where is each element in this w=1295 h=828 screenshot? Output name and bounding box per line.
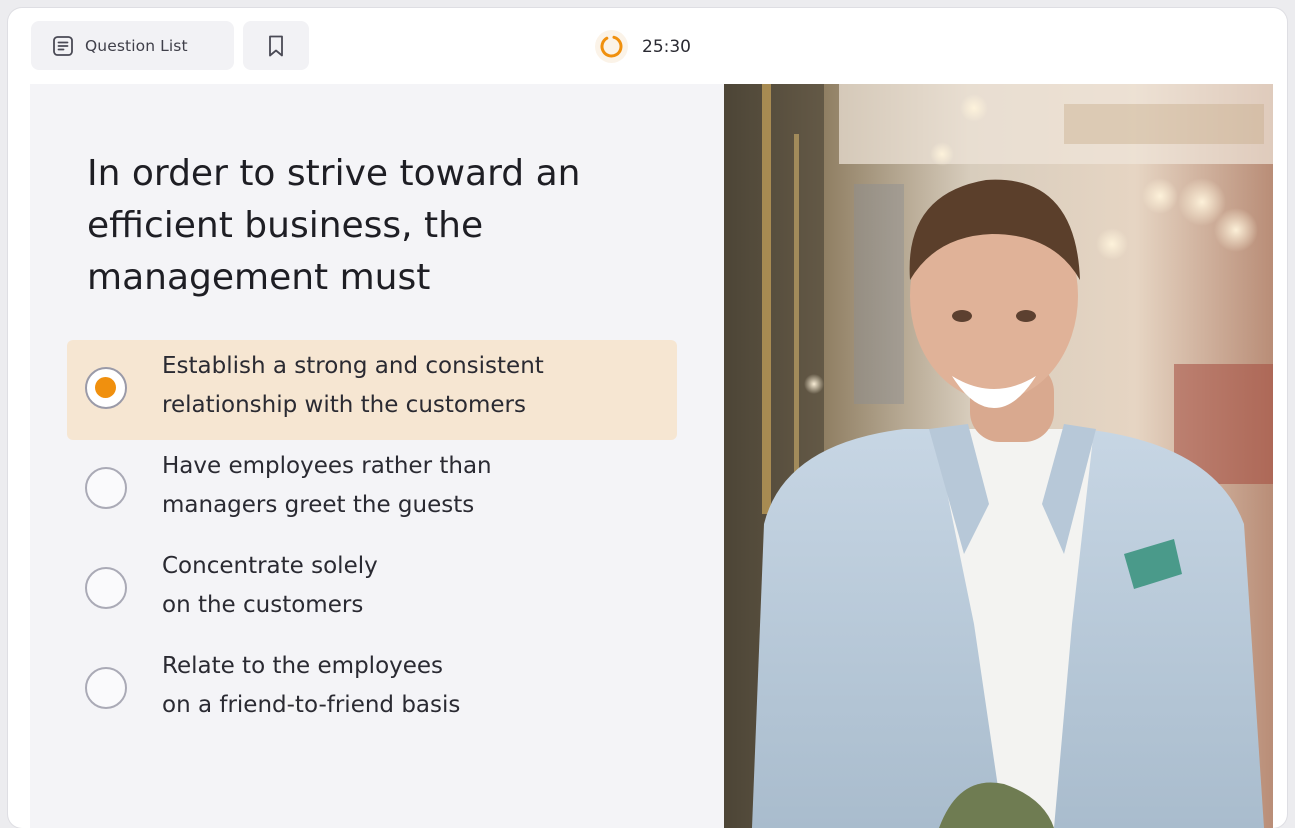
answer-option[interactable]: Have employees rather than managers gree… [67,440,677,540]
bookmark-button[interactable] [243,21,309,70]
answer-option-text: Relate to the employees on a friend-to-f… [162,653,461,718]
radio-selected-icon[interactable] [85,367,127,409]
radio-icon[interactable] [85,467,127,509]
question-list-label: Question List [85,36,188,55]
person-photo [724,84,1273,828]
question-text: In order to strive toward an efficient b… [87,153,581,298]
bookmark-icon [266,34,286,58]
answer-option[interactable]: Concentrate solely on the customers [67,540,677,640]
toolbar: Question List 25:30 [8,8,1287,84]
timer-value: 25:30 [642,36,691,57]
answer-options: Establish a strong and consistent relati… [67,340,677,740]
question-list-button[interactable]: Question List [31,21,234,70]
timer: 25:30 [595,30,691,63]
answer-option-text: Establish a strong and consistent relati… [162,353,544,418]
answer-option[interactable]: Establish a strong and consistent relati… [67,340,677,440]
answer-option-text: Have employees rather than managers gree… [162,453,492,518]
quiz-window: Question List 25:30 In order to strive t… [8,8,1287,828]
answer-option-text: Concentrate solely on the customers [162,553,378,618]
answer-option[interactable]: Relate to the employees on a friend-to-f… [67,640,677,740]
radio-icon[interactable] [85,567,127,609]
question-panel: In order to strive toward an efficient b… [30,84,724,828]
timer-ring-icon [595,30,628,63]
list-document-icon [52,35,74,57]
radio-icon[interactable] [85,667,127,709]
